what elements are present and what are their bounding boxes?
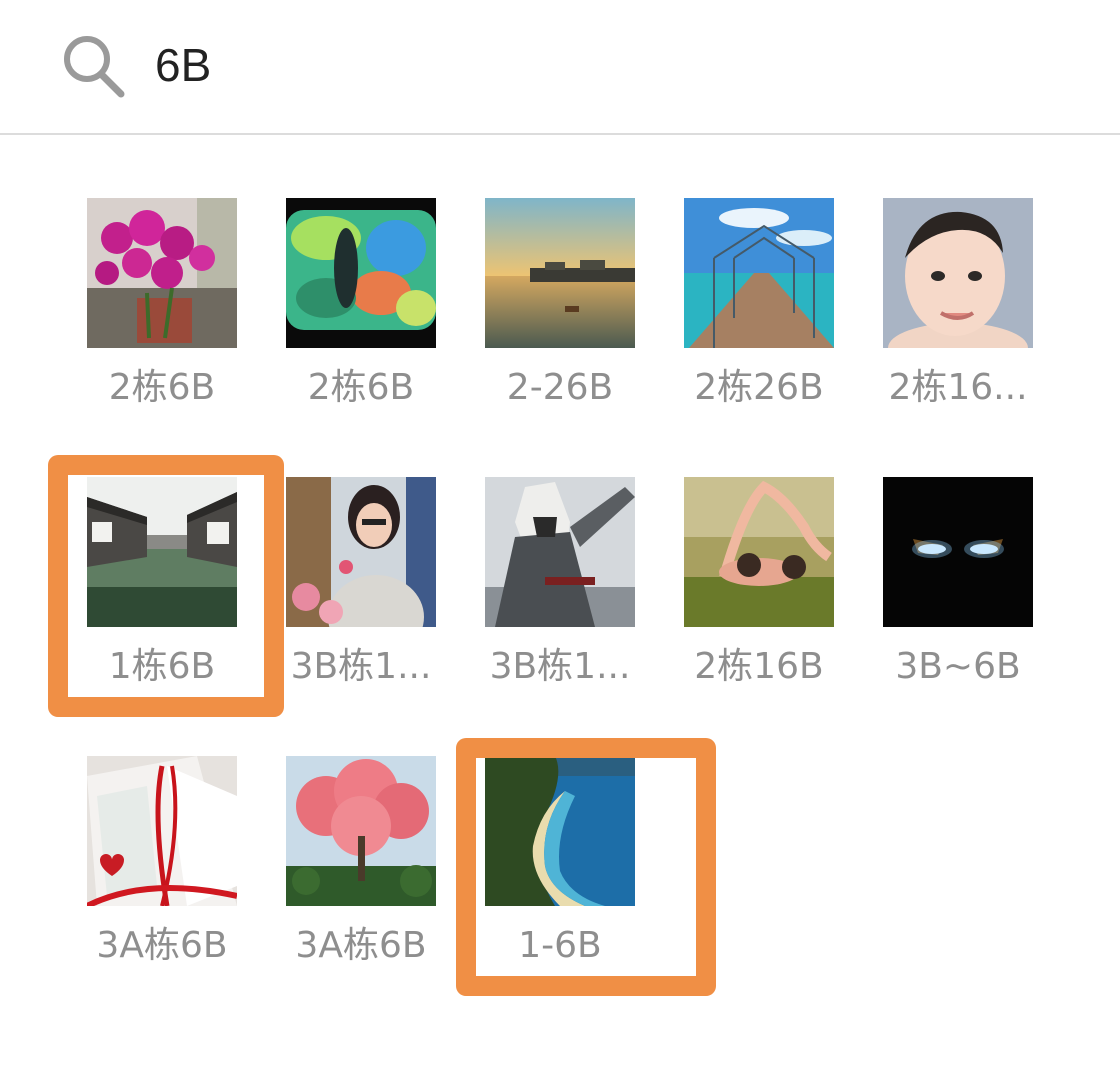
seaside-pier-photo[interactable]: [684, 198, 834, 348]
river-sunset-photo[interactable]: [485, 198, 635, 348]
result-label: 3A栋6B: [96, 925, 228, 966]
result-label: 1栋6B: [108, 646, 216, 687]
result-item[interactable]: 3A栋6B: [266, 756, 456, 996]
tropical-beach-photo[interactable]: [485, 756, 635, 906]
result-item[interactable]: 1栋6B: [67, 477, 257, 717]
glowing-eyes-mask-photo[interactable]: [883, 477, 1033, 627]
search-bar: [0, 0, 1120, 135]
search-input[interactable]: [155, 28, 1055, 102]
result-item[interactable]: 3B栋1...: [465, 477, 655, 717]
result-label: 2栋26B: [694, 367, 824, 408]
result-item[interactable]: 2栋16B: [664, 477, 854, 717]
result-item[interactable]: 3B栋1...: [266, 477, 456, 717]
result-label: 2栋16B: [694, 646, 824, 687]
result-label: 3B栋1...: [290, 646, 432, 687]
hooded-assassin-photo[interactable]: [485, 477, 635, 627]
result-label: 3B~6B: [895, 646, 1021, 687]
result-item[interactable]: 3B~6B: [863, 477, 1053, 717]
search-icon[interactable]: [60, 32, 126, 98]
result-item[interactable]: 2栋6B: [266, 198, 456, 438]
result-item[interactable]: 2栋6B: [67, 198, 257, 438]
result-item[interactable]: 2-26B: [465, 198, 655, 438]
result-item[interactable]: 1-6B: [465, 756, 655, 996]
result-label: 2栋6B: [307, 367, 415, 408]
result-item[interactable]: 2栋16...: [863, 198, 1053, 438]
result-label: 3A栋6B: [295, 925, 427, 966]
love-you-card-photo[interactable]: [87, 756, 237, 906]
result-item[interactable]: 2栋26B: [664, 198, 854, 438]
water-town-canal-photo[interactable]: [87, 477, 237, 627]
result-label: 2-26B: [506, 367, 614, 408]
result-item[interactable]: 3A栋6B: [67, 756, 257, 996]
result-label: 2栋16...: [888, 367, 1028, 408]
pink-blossom-tree-photo[interactable]: [286, 756, 436, 906]
baby-portrait-photo[interactable]: [883, 198, 1033, 348]
blurred-screen-photo[interactable]: [286, 198, 436, 348]
orchid-flowers-photo[interactable]: [87, 198, 237, 348]
result-label: 3B栋1...: [489, 646, 631, 687]
woman-with-flowers-photo[interactable]: [286, 477, 436, 627]
result-label: 1-6B: [518, 925, 602, 966]
couple-lying-on-grass-photo[interactable]: [684, 477, 834, 627]
result-label: 2栋6B: [108, 367, 216, 408]
